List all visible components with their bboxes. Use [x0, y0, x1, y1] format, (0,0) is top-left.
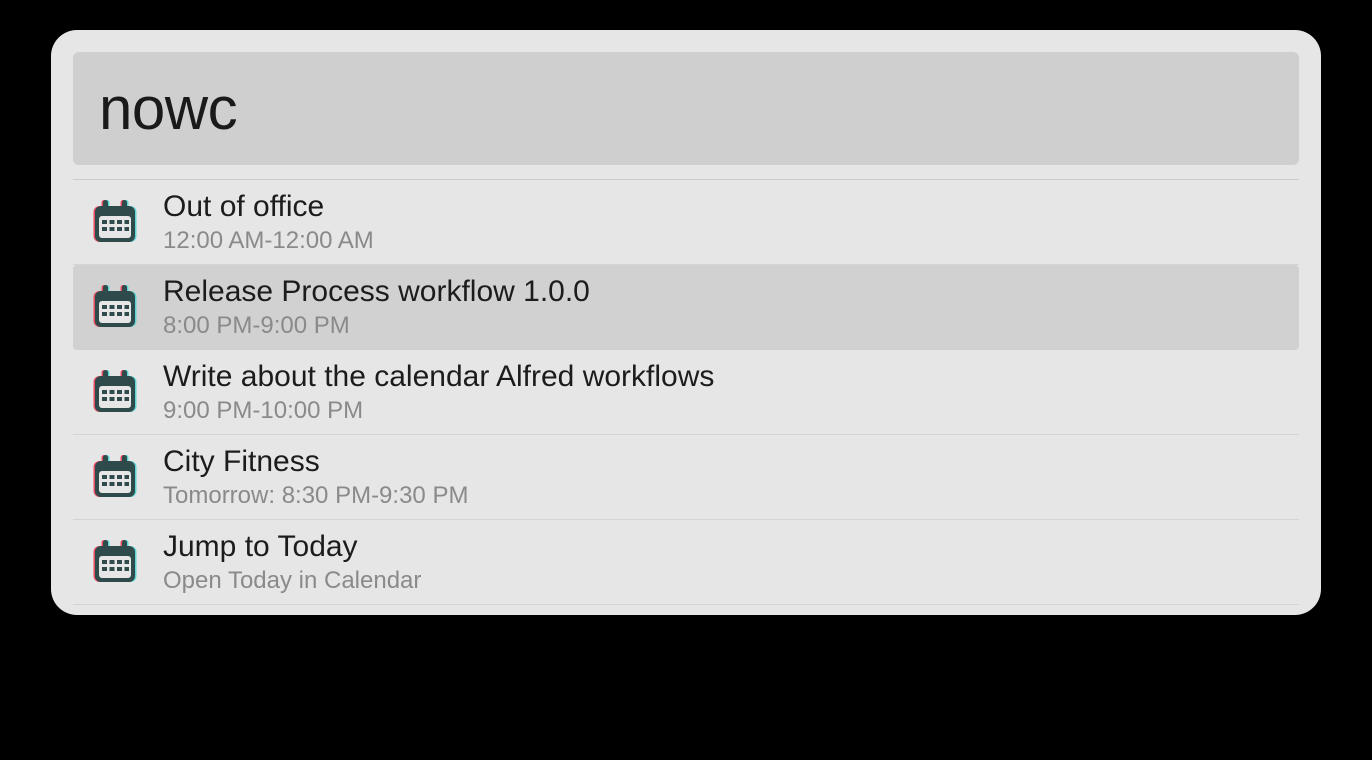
result-title: Out of office	[163, 190, 374, 225]
result-item[interactable]: Write about the calendar Alfred workflow…	[73, 350, 1299, 435]
search-input[interactable]	[99, 74, 1273, 143]
calendar-icon	[85, 192, 145, 252]
result-item[interactable]: Out of office12:00 AM-12:00 AM	[73, 180, 1299, 265]
result-item[interactable]: City FitnessTomorrow: 8:30 PM-9:30 PM	[73, 435, 1299, 520]
calendar-icon	[85, 532, 145, 592]
result-item[interactable]: Release Process workflow 1.0.08:00 PM-9:…	[73, 265, 1299, 350]
launcher-panel: Out of office12:00 AM-12:00 AM Release	[51, 30, 1321, 615]
result-title: Jump to Today	[163, 530, 421, 565]
result-item[interactable]: Jump to TodayOpen Today in Calendar	[73, 520, 1299, 605]
calendar-icon	[85, 277, 145, 337]
results-list: Out of office12:00 AM-12:00 AM Release	[73, 180, 1299, 605]
result-subtitle: 9:00 PM-10:00 PM	[163, 397, 714, 425]
result-text: Jump to TodayOpen Today in Calendar	[163, 530, 421, 594]
calendar-icon	[85, 362, 145, 422]
result-subtitle: Open Today in Calendar	[163, 567, 421, 595]
result-text: Release Process workflow 1.0.08:00 PM-9:…	[163, 275, 590, 339]
result-subtitle: 8:00 PM-9:00 PM	[163, 312, 590, 340]
result-title: City Fitness	[163, 445, 468, 480]
search-container	[73, 52, 1299, 165]
result-text: Write about the calendar Alfred workflow…	[163, 360, 714, 424]
calendar-icon	[85, 447, 145, 507]
result-text: Out of office12:00 AM-12:00 AM	[163, 190, 374, 254]
result-title: Release Process workflow 1.0.0	[163, 275, 590, 310]
result-text: City FitnessTomorrow: 8:30 PM-9:30 PM	[163, 445, 468, 509]
result-subtitle: Tomorrow: 8:30 PM-9:30 PM	[163, 482, 468, 510]
result-title: Write about the calendar Alfred workflow…	[163, 360, 714, 395]
result-subtitle: 12:00 AM-12:00 AM	[163, 227, 374, 255]
